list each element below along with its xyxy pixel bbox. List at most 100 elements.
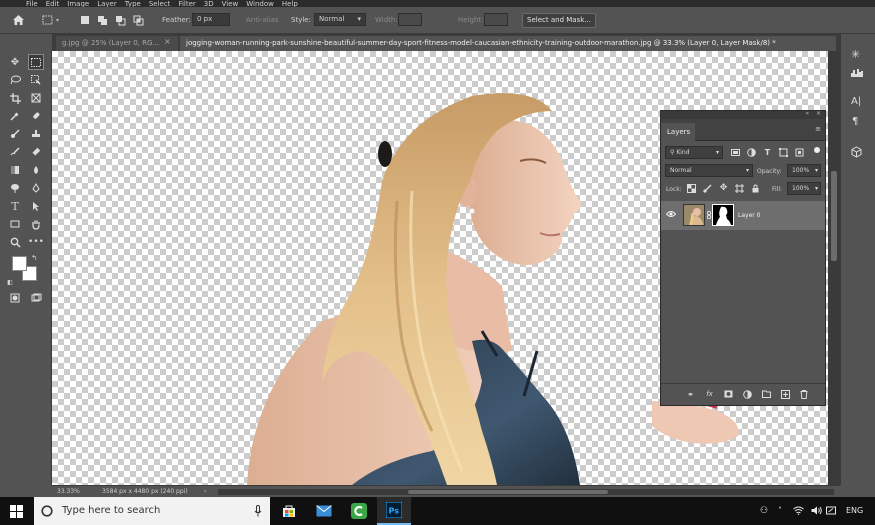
crop-tool-icon[interactable] [8, 91, 22, 105]
lasso-tool-icon[interactable] [8, 73, 22, 87]
marquee-tool-preset-icon[interactable] [42, 15, 53, 25]
paragraph-panel-icon[interactable]: ¶ [852, 116, 858, 127]
histogram-panel-icon[interactable] [851, 68, 863, 77]
show-hidden-icons-icon[interactable]: ˄ [778, 506, 782, 515]
layer-thumbnail[interactable] [683, 204, 705, 226]
chevron-down-icon[interactable]: ▾ [56, 17, 66, 27]
lock-transparent-pixels-icon[interactable] [687, 184, 696, 193]
fill-input[interactable]: 100% ▾ [787, 182, 821, 195]
style-select[interactable]: Normal ▾ [314, 13, 366, 26]
mail-app-icon[interactable] [307, 497, 341, 525]
select-and-mask-button[interactable]: Select and Mask... [522, 13, 596, 28]
close-panel-icon[interactable]: × [816, 110, 821, 117]
filter-type-icon[interactable]: T [763, 148, 772, 157]
lock-artboard-icon[interactable] [735, 184, 744, 193]
foreground-color-swatch-top[interactable] [12, 256, 27, 271]
document-size[interactable]: 3584 px x 4480 px (240 ppi) [102, 488, 188, 495]
mask-link-icon[interactable] [707, 211, 711, 219]
layers-panel-header[interactable]: « × [661, 110, 825, 119]
zoom-level[interactable]: 33.33% [57, 488, 80, 495]
microphone-icon[interactable] [254, 505, 262, 517]
object-selection-tool-icon[interactable] [29, 73, 43, 87]
document-tab-jogging-woman[interactable]: jogging-woman-running-park-sunshine-beau… [180, 36, 836, 51]
layer-row-layer-0[interactable]: Layer 0 [661, 201, 825, 230]
vertical-scrollbar[interactable] [828, 51, 840, 485]
home-icon[interactable] [12, 14, 24, 25]
eyedropper-tool-icon[interactable] [8, 109, 22, 123]
add-mask-icon[interactable] [724, 390, 733, 399]
camtasia-app-icon[interactable] [342, 497, 376, 525]
adjustments-panel-icon[interactable]: ✳ [851, 48, 860, 61]
intersect-selection-icon[interactable] [133, 15, 144, 26]
blend-mode-select[interactable]: Normal ▾ [665, 164, 753, 177]
filter-shape-icon[interactable] [779, 148, 788, 157]
add-layer-style-icon[interactable]: fx [705, 390, 714, 399]
lock-image-pixels-icon[interactable] [703, 184, 712, 193]
store-app-icon[interactable] [272, 497, 306, 525]
rectangle-tool-icon[interactable] [8, 217, 22, 231]
panel-menu-icon[interactable]: ≡ [815, 125, 821, 133]
lock-position-icon[interactable]: ✥ [719, 184, 728, 193]
dodge-tool-icon[interactable] [8, 181, 22, 195]
3d-panel-icon[interactable] [851, 146, 862, 158]
height-input[interactable] [484, 13, 508, 26]
more-tools-icon[interactable]: ••• [28, 235, 44, 249]
add-to-selection-icon[interactable] [97, 15, 107, 25]
language-indicator[interactable]: ENG [846, 506, 863, 515]
pen-tool-icon[interactable] [29, 181, 43, 195]
filter-adjustment-icon[interactable] [747, 148, 756, 157]
layer-name[interactable]: Layer 0 [738, 212, 760, 219]
swap-colors-icon[interactable]: ↰ [30, 254, 38, 262]
quick-mask-icon[interactable] [8, 291, 22, 305]
zoom-tool-icon[interactable] [8, 235, 22, 249]
filter-smart-object-icon[interactable] [795, 148, 804, 157]
width-input[interactable] [398, 13, 422, 26]
new-selection-icon[interactable] [80, 15, 90, 25]
healing-brush-tool-icon[interactable] [29, 109, 43, 123]
visibility-eye-icon[interactable] [666, 210, 676, 218]
layers-tab[interactable]: Layers [661, 123, 695, 141]
status-menu-arrow-icon[interactable]: › [204, 488, 206, 495]
hand-tool-icon[interactable] [29, 217, 43, 231]
rectangular-marquee-tool-icon[interactable] [28, 54, 44, 70]
filter-toggle-icon[interactable] [814, 147, 820, 153]
screen-mode-icon[interactable] [29, 291, 43, 305]
character-panel-icon[interactable]: A| [851, 96, 861, 107]
anti-alias-checkbox[interactable]: Anti-alias [246, 16, 279, 24]
frame-tool-icon[interactable] [29, 91, 43, 105]
filter-kind-select[interactable]: ⚲ Kind ▾ [665, 146, 723, 159]
lock-all-icon[interactable] [751, 184, 760, 193]
type-tool-icon[interactable]: T [8, 199, 22, 213]
feather-input[interactable]: 0 px [192, 13, 230, 26]
new-fill-adjustment-layer-icon[interactable] [743, 390, 752, 399]
opacity-input[interactable]: 100% ▾ [787, 164, 821, 177]
blur-tool-icon[interactable] [29, 163, 43, 177]
horizontal-scrollbar[interactable] [218, 489, 834, 495]
new-group-icon[interactable] [762, 390, 771, 399]
path-selection-tool-icon[interactable] [29, 199, 43, 213]
windows-start-icon[interactable] [10, 505, 23, 518]
new-layer-icon[interactable] [781, 390, 790, 399]
pen-workspace-icon[interactable] [826, 506, 836, 516]
history-brush-tool-icon[interactable] [8, 145, 22, 159]
link-layers-icon[interactable]: ⚭ [686, 390, 695, 399]
vertical-scroll-thumb[interactable] [831, 171, 837, 261]
default-colors-icon[interactable]: ◧ [6, 278, 14, 286]
delete-layer-icon[interactable] [800, 390, 809, 399]
collapse-panel-icon[interactable]: « [805, 110, 809, 117]
layer-mask-thumbnail[interactable] [712, 204, 734, 226]
taskbar-search-box[interactable]: Type here to search [34, 497, 270, 525]
subtract-from-selection-icon[interactable] [115, 15, 126, 26]
filter-pixel-icon[interactable] [731, 148, 740, 157]
document-tab-g[interactable]: g.jpg @ 25% (Layer 0, RG... [56, 36, 178, 51]
clone-stamp-tool-icon[interactable] [29, 127, 43, 141]
move-tool-icon[interactable]: ✥ [8, 55, 22, 69]
network-icon[interactable] [793, 506, 804, 515]
gradient-tool-icon[interactable] [8, 163, 22, 177]
volume-icon[interactable] [811, 506, 822, 515]
close-tab-icon[interactable]: × [164, 37, 171, 46]
photoshop-app-icon[interactable]: Ps [377, 497, 411, 525]
horizontal-scroll-thumb[interactable] [408, 490, 608, 494]
eraser-tool-icon[interactable] [29, 145, 43, 159]
people-icon[interactable]: ⚇ [760, 506, 768, 516]
